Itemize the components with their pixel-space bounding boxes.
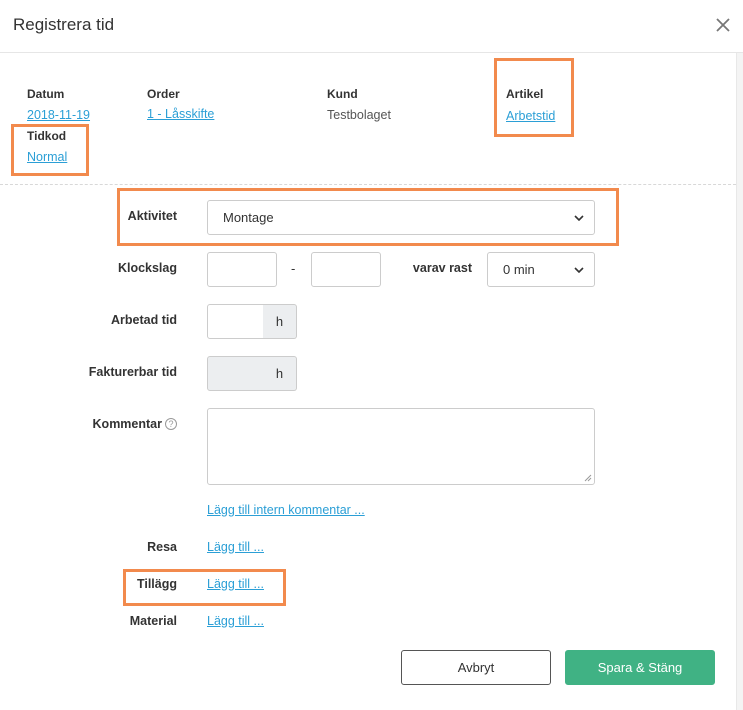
scrollbar[interactable] [736,53,743,710]
datum-link[interactable]: 2018-11-19 [27,108,90,122]
kund-label: Kund [327,87,358,101]
tidkod-link[interactable]: Normal [27,150,67,164]
cancel-button[interactable]: Avbryt [401,650,551,685]
start-time-input[interactable] [207,252,277,287]
aktivitet-label: Aktivitet [127,209,177,223]
klockslag-label: Klockslag [117,261,177,275]
tillagg-label: Tillägg [136,577,177,591]
intern-kommentar-link[interactable]: Lägg till intern kommentar ... [207,503,365,517]
kommentar-label-text: Kommentar [92,417,162,431]
kommentar-textarea[interactable] [207,408,595,485]
material-label: Material [129,614,177,628]
fakturerbar-tid-input [207,356,264,391]
rast-value: 0 min [503,262,535,277]
help-icon[interactable]: ? [165,418,177,430]
rast-label: varav rast [412,261,472,275]
close-icon[interactable] [712,14,734,36]
dialog-header: Registrera tid [0,0,743,53]
chevron-down-icon [574,214,584,221]
artikel-label: Artikel [506,87,544,101]
rast-select[interactable]: 0 min [487,252,595,287]
resa-label: Resa [147,540,177,554]
aktivitet-select[interactable]: Montage [207,200,595,235]
arbetad-tid-input[interactable] [207,304,264,339]
tidkod-label: Tidkod [27,129,67,143]
fakturerbar-unit: h [263,356,297,391]
kommentar-label: Kommentar? [60,417,177,431]
time-separator: - [291,261,296,276]
aktivitet-value: Montage [223,210,274,225]
order-label: Order [147,87,180,101]
end-time-input[interactable] [311,252,381,287]
fakturerbar-label: Fakturerbar tid [88,365,177,379]
resize-grip-icon[interactable] [584,474,592,482]
tillagg-add-link[interactable]: Lägg till ... [207,577,264,591]
resa-add-link[interactable]: Lägg till ... [207,540,264,554]
chevron-down-icon [574,266,584,273]
kund-value: Testbolaget [327,108,391,122]
dialog-title: Registrera tid [13,15,115,34]
arbetad-unit: h [263,304,297,339]
artikel-link[interactable]: Arbetstid [506,109,555,123]
arbetad-label: Arbetad tid [111,313,177,327]
datum-label: Datum [27,87,65,101]
save-close-button[interactable]: Spara & Stäng [565,650,715,685]
material-add-link[interactable]: Lägg till ... [207,614,264,628]
section-divider [0,184,736,185]
order-link[interactable]: 1 - Låsskifte [147,107,214,121]
